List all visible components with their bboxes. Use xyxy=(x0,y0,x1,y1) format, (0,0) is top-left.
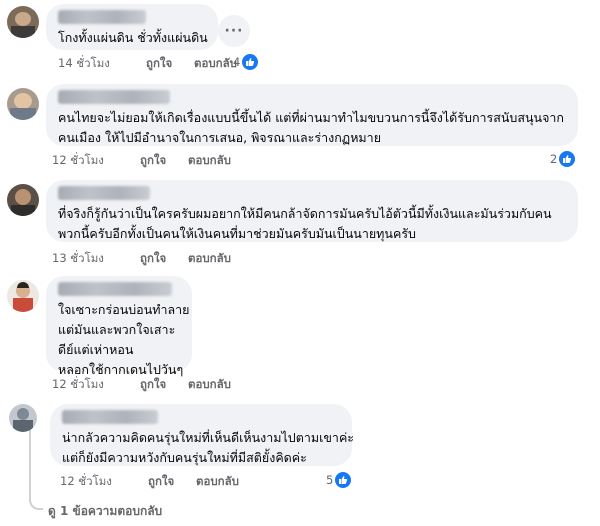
author-name[interactable] xyxy=(58,282,172,296)
author-name[interactable] xyxy=(62,410,158,424)
comment-text: แต่มันและพวกใจเสาะ xyxy=(58,322,176,337)
thumbs-up-icon xyxy=(559,151,576,167)
avatar[interactable] xyxy=(7,184,39,216)
thumbs-up-icon xyxy=(242,54,259,70)
like-link[interactable]: ถูกใจ xyxy=(140,376,188,394)
thumbs-up-icon xyxy=(335,472,352,488)
comment-text: แต่ก็ยังมีความหวังกับคนรุ่นใหม่ที่มีสติย… xyxy=(62,450,307,465)
author-name[interactable] xyxy=(58,90,170,104)
timestamp[interactable]: 12 ชั่วโมง xyxy=(60,473,148,491)
reply-link[interactable]: ตอบกลับ xyxy=(188,376,231,394)
comment-text: คนเมือง ให้ไปมีอำนาจในการเสนอ, พิจรณาและ… xyxy=(58,130,382,145)
reaction-count: 5 xyxy=(326,473,334,487)
timestamp[interactable]: 12 ชั่วโมง xyxy=(52,152,140,170)
reaction-count: 4 xyxy=(233,55,241,69)
like-link[interactable]: ถูกใจ xyxy=(146,55,194,73)
comment-bubble: ใจเซาะกร่อนบ่อนทำลาย แต่มันและพวกใจเสาะ … xyxy=(46,276,192,377)
more-options-button[interactable]: ··· xyxy=(218,15,250,47)
avatar[interactable] xyxy=(7,280,39,312)
comment-text: โกงทั้งแผ่นดิน ชั่วทั้งแผ่นดิน xyxy=(58,30,208,45)
ellipsis-icon: ··· xyxy=(224,23,244,39)
reaction-summary[interactable]: 4 xyxy=(233,54,259,70)
reply-link[interactable]: ตอบกลับ xyxy=(188,250,231,268)
comment-text: พวกนี้ครับอีกทั้งเป็นคนให้เงินคนที่มาช่ว… xyxy=(58,226,416,241)
timestamp[interactable]: 14 ชั่วโมง xyxy=(58,55,146,73)
thread-line xyxy=(29,430,31,476)
like-link[interactable]: ถูกใจ xyxy=(140,250,188,268)
author-name[interactable] xyxy=(58,186,150,200)
comment-meta: 14 ชั่วโมง ถูกใจ ตอบกลับ xyxy=(58,55,237,73)
timestamp[interactable]: 12 ชั่วโมง xyxy=(52,376,140,394)
view-replies-link[interactable]: ดู 1 ข้อความตอบกลับ xyxy=(48,502,162,521)
avatar[interactable] xyxy=(9,404,37,432)
author-name[interactable] xyxy=(58,10,146,24)
comment-meta: 12 ชั่วโมง ถูกใจ ตอบกลับ xyxy=(52,152,231,170)
comment-meta: 13 ชั่วโมง ถูกใจ ตอบกลับ xyxy=(52,250,231,268)
comment-text: ใจเซาะกร่อนบ่อนทำลาย xyxy=(58,302,190,317)
reply-link[interactable]: ตอบกลับ xyxy=(196,473,239,491)
reply-link[interactable]: ตอบกลับ xyxy=(188,152,231,170)
comment-text: น่ากลัวความคิดคนรุ่นใหม่ที่เห็นดีเห็นงาม… xyxy=(62,430,355,445)
avatar[interactable] xyxy=(7,88,39,120)
comment-bubble: น่ากลัวความคิดคนรุ่นใหม่ที่เห็นดีเห็นงาม… xyxy=(50,404,355,466)
thread-elbow xyxy=(29,476,43,510)
reaction-summary[interactable]: 2 xyxy=(550,151,576,167)
comment-meta: 12 ชั่วโมง ถูกใจ ตอบกลับ xyxy=(60,473,239,491)
comment-bubble: คนไทยจะไม่ยอมให้เกิดเรื่องแบบนี้ขึ้นได้ … xyxy=(46,84,578,146)
avatar[interactable] xyxy=(7,6,39,38)
comment-meta: 12 ชั่วโมง ถูกใจ ตอบกลับ xyxy=(52,376,231,394)
comment-text: ที่จริงก็รู้กันว่าเป็นใครครับผมอยากให้มี… xyxy=(58,206,552,221)
comment-bubble: ที่จริงก็รู้กันว่าเป็นใครครับผมอยากให้มี… xyxy=(46,180,578,242)
timestamp[interactable]: 13 ชั่วโมง xyxy=(52,250,140,268)
comment-bubble: โกงทั้งแผ่นดิน ชั่วทั้งแผ่นดิน xyxy=(46,4,218,50)
comment-text: ดีย์แต่เห่าหอน xyxy=(58,342,134,357)
reaction-count: 2 xyxy=(550,152,558,166)
reaction-summary[interactable]: 5 xyxy=(326,472,352,488)
like-link[interactable]: ถูกใจ xyxy=(140,152,188,170)
comment-text: คนไทยจะไม่ยอมให้เกิดเรื่องแบบนี้ขึ้นได้ … xyxy=(58,110,564,125)
reply-link[interactable]: ตอบกลับ xyxy=(194,55,237,73)
like-link[interactable]: ถูกใจ xyxy=(148,473,196,491)
